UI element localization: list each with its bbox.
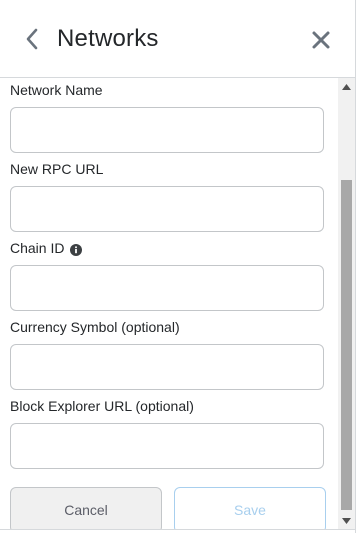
chain-id-input[interactable] [10, 265, 324, 311]
network-form: Network Name New RPC URL Chain ID Curren… [0, 78, 338, 529]
back-button[interactable] [20, 25, 44, 53]
network-name-label: Network Name [10, 82, 103, 98]
cancel-button[interactable]: Cancel [10, 487, 162, 529]
save-button[interactable]: Save [174, 487, 326, 529]
currency-symbol-input[interactable] [10, 344, 324, 390]
scroll-down-arrow-icon[interactable] [338, 512, 355, 529]
chevron-left-icon [26, 28, 38, 50]
rpc-url-label: New RPC URL [10, 161, 104, 177]
panel-border [355, 0, 356, 533]
block-explorer-input[interactable] [10, 423, 324, 469]
currency-symbol-label: Currency Symbol (optional) [10, 319, 180, 335]
panel-border-bottom [0, 529, 356, 530]
rpc-url-input[interactable] [10, 186, 324, 232]
close-icon [312, 31, 330, 49]
header: Networks [0, 0, 356, 78]
block-explorer-label: Block Explorer URL (optional) [10, 398, 194, 414]
scroll-up-arrow-icon[interactable] [338, 78, 355, 95]
chain-id-label: Chain ID [10, 239, 83, 257]
close-button[interactable] [310, 29, 332, 51]
scrollbar[interactable] [338, 78, 355, 529]
network-name-input[interactable] [10, 107, 324, 153]
page-title: Networks [57, 25, 159, 52]
scrollbar-thumb[interactable] [341, 180, 352, 510]
info-icon[interactable] [70, 242, 83, 256]
